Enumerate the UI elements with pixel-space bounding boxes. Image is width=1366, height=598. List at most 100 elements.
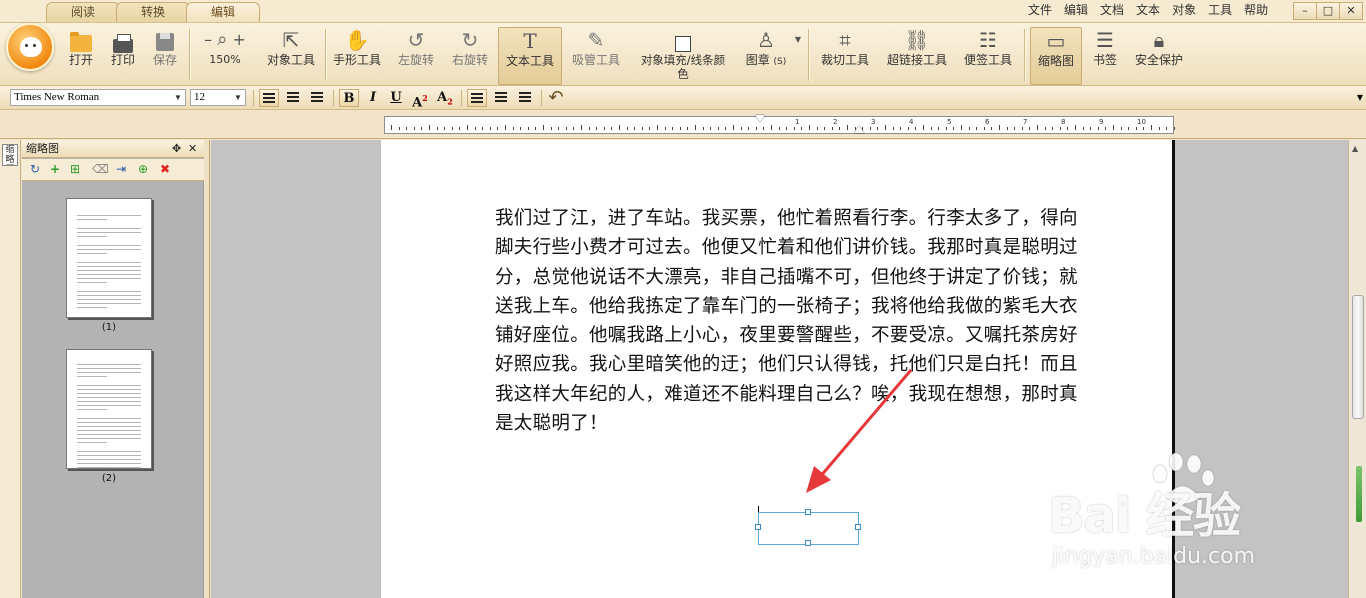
document-page[interactable]: 我们过了江，进了车站。我买票，他忙着照看行李。行李太多了，得向 脚夫行些小费才可… <box>381 140 1175 598</box>
hyperlink-tool-button[interactable]: ⛓ 超链接工具 <box>884 27 950 85</box>
hand-tool-button[interactable]: ✋ 手形工具 <box>330 27 384 85</box>
ruler-tick <box>900 127 902 130</box>
ruler-number: 8 <box>1061 118 1066 126</box>
thumbnail-text-line <box>77 266 141 267</box>
ruler-tick <box>824 127 826 130</box>
align-left-button[interactable] <box>259 89 279 107</box>
menu-tools[interactable]: 工具 <box>1202 2 1238 18</box>
bold-button[interactable]: B <box>339 89 359 107</box>
page-thumbnail-2[interactable] <box>66 349 152 497</box>
line-spacing-double-button[interactable] <box>515 89 535 107</box>
zoom-in-button[interactable]: + <box>232 30 245 49</box>
pin-icon[interactable]: ✥ <box>172 140 181 157</box>
ruler-tick <box>1090 127 1092 130</box>
italic-button[interactable]: I <box>363 89 383 107</box>
delete-page-icon[interactable]: ✖ <box>158 162 172 176</box>
print-button[interactable]: 打印 <box>106 27 140 85</box>
ruler-tick <box>1166 127 1168 130</box>
note-tool-button[interactable]: ☷ 便签工具 <box>960 27 1016 85</box>
toolbar-overflow-icon[interactable]: ▼ <box>1350 89 1366 107</box>
menu-object[interactable]: 对象 <box>1166 2 1202 18</box>
ruler-tick <box>398 127 400 130</box>
chevron-down-icon: ▼ <box>234 93 242 102</box>
ruler-tick <box>581 125 582 130</box>
minimize-button[interactable]: – <box>1293 2 1317 20</box>
rotate-left-button[interactable]: ↺ 左旋转 <box>394 27 438 85</box>
thumbnail-text-line <box>77 299 141 300</box>
scrollbar-thumb[interactable] <box>1352 295 1364 419</box>
vertical-scrollbar[interactable]: ▲ <box>1348 140 1366 598</box>
insert-file-page-icon[interactable]: ⊞ <box>68 162 82 176</box>
align-center-button[interactable] <box>283 89 303 107</box>
top-bar: 阅读 转换 编辑 文件 编辑 文档 文本 对象 工具 帮助 – □ ✕ <box>0 0 1366 22</box>
save-button[interactable]: 保存 <box>148 27 182 85</box>
underline-button[interactable]: U <box>386 89 406 107</box>
hand-icon: ✋ <box>344 28 370 52</box>
right-indent-marker[interactable] <box>854 126 864 133</box>
ruler-tick <box>619 125 620 130</box>
maximize-button[interactable]: □ <box>1316 2 1340 20</box>
ruler-tick <box>755 127 757 130</box>
text-tool-button[interactable]: T 文本工具 <box>498 27 562 85</box>
font-family-select[interactable]: Times New Roman ▼ <box>10 89 186 106</box>
page-thumbnail-1[interactable] <box>66 198 152 318</box>
bookmark-button[interactable]: ☰ 书签 <box>1088 27 1122 85</box>
scroll-up-icon[interactable]: ▲ <box>1352 144 1358 153</box>
align-left-icon <box>263 93 275 103</box>
ruler-tick <box>1052 127 1054 130</box>
replace-page-icon[interactable]: ⊕ <box>136 162 150 176</box>
object-fill-color-button[interactable]: 对象填充/线条颜 色 <box>636 27 730 85</box>
thumbnail-text-line <box>77 393 141 394</box>
thumbnail-button[interactable]: ▭ 缩略图 <box>1030 27 1082 85</box>
rotate-right-button[interactable]: ↻ 右旋转 <box>448 27 492 85</box>
menu-document[interactable]: 文档 <box>1094 2 1130 18</box>
superscript-button[interactable]: A2 <box>410 89 430 110</box>
zoom-level[interactable]: 150% <box>193 53 257 67</box>
menu-help[interactable]: 帮助 <box>1238 2 1274 18</box>
object-tool-button[interactable]: ⇱ 对象工具 <box>262 27 320 85</box>
horizontal-ruler[interactable]: 1 2 3 4 5 6 7 8 9 10 <box>384 115 1175 134</box>
ruler-tick <box>702 127 704 130</box>
security-button[interactable]: 🔒︎ 安全保护 <box>1130 27 1188 85</box>
thumbnail-text-line <box>77 430 141 431</box>
tab-read[interactable]: 阅读 <box>46 2 120 22</box>
align-center-icon <box>287 92 299 102</box>
subscript-button[interactable]: A2 <box>435 89 455 107</box>
page-thumbnail-label: (1) <box>101 322 117 333</box>
erase-page-icon[interactable]: ⌫ <box>92 162 109 176</box>
stamp-button[interactable]: ♙ 图章 (S) <box>740 27 792 85</box>
open-button[interactable]: 打开 <box>64 27 98 85</box>
insert-page-icon[interactable]: + <box>48 162 62 176</box>
close-icon[interactable]: ✕ <box>188 140 197 157</box>
ruler-tick <box>467 125 468 130</box>
app-logo-icon[interactable] <box>6 23 54 71</box>
rotate-page-icon[interactable]: ↻ <box>28 162 42 176</box>
thumbnail-panel: 缩略图 ✥ ✕ ↻ + ⊞ ⌫ ⇥ ⊕ ✖ (1) (2) <box>22 140 204 598</box>
eyedropper-tool-button[interactable]: ✎ 吸管工具 <box>568 27 624 85</box>
menu-file[interactable]: 文件 <box>1022 2 1058 18</box>
extract-page-icon[interactable]: ⇥ <box>114 162 128 176</box>
line-spacing-single-button[interactable] <box>467 89 487 107</box>
font-size-select[interactable]: 12 ▼ <box>190 89 246 106</box>
menu-text[interactable]: 文本 <box>1130 2 1166 18</box>
thumbnail-text-line <box>77 484 141 485</box>
tab-edit[interactable]: 编辑 <box>186 2 260 22</box>
crop-tool-button[interactable]: ⌗ 裁切工具 <box>816 27 874 85</box>
document-view[interactable]: 我们过了江，进了车站。我买票，他忙着照看行李。行李太多了，得向 脚夫行些小费才可… <box>211 140 1348 598</box>
stamp-dropdown-icon[interactable]: ▼ <box>793 27 803 85</box>
thumbnail-text-line <box>77 262 141 263</box>
ruler-tick <box>413 127 415 130</box>
side-tab-thumbnails[interactable]: 缩略图 <box>2 144 18 166</box>
undo-button[interactable]: ↶ <box>546 89 566 107</box>
tab-convert[interactable]: 转换 <box>116 2 190 22</box>
thumbnail-panel-title: 缩略图 <box>26 142 59 155</box>
line-spacing-1-5-button[interactable] <box>491 89 511 107</box>
ruler-tick <box>1105 127 1107 130</box>
ruler-tick <box>748 127 750 130</box>
zoom-out-button[interactable]: – <box>204 30 212 49</box>
menu-edit[interactable]: 编辑 <box>1058 2 1094 18</box>
close-button[interactable]: ✕ <box>1339 2 1363 20</box>
align-right-button[interactable] <box>307 89 327 107</box>
left-indent-marker[interactable] <box>755 115 765 122</box>
panel-splitter[interactable] <box>205 140 210 598</box>
